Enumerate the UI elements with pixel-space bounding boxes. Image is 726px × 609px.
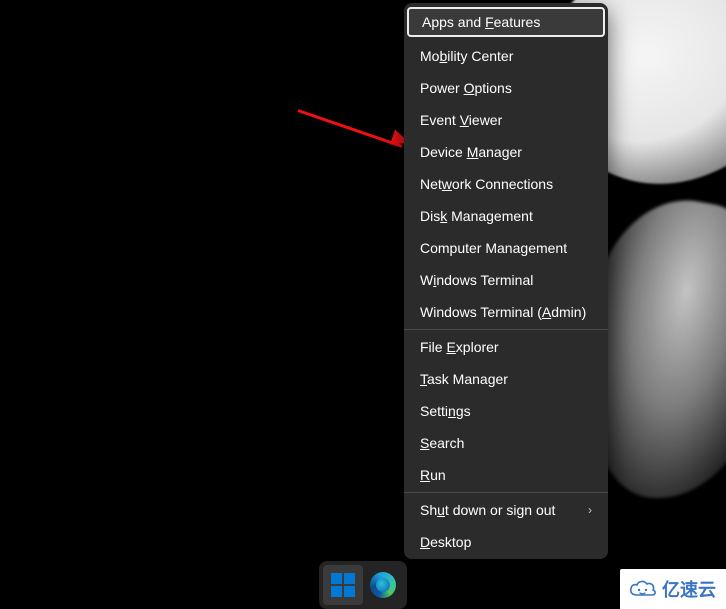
menu-item-label: Event Viewer bbox=[420, 113, 502, 127]
menu-item-label: Power Options bbox=[420, 81, 512, 95]
menu-item-label: Windows Terminal bbox=[420, 273, 533, 287]
cloud-icon bbox=[628, 579, 658, 599]
menu-item-label: Search bbox=[420, 436, 464, 450]
menu-item-label: Apps and Features bbox=[422, 15, 540, 29]
annotation-arrow bbox=[298, 109, 403, 148]
menu-item-windows-terminal-admin[interactable]: Windows Terminal (Admin) bbox=[404, 296, 608, 328]
menu-item-label: Windows Terminal (Admin) bbox=[420, 305, 586, 319]
chevron-right-icon: › bbox=[588, 504, 592, 516]
menu-item-network-connections[interactable]: Network Connections bbox=[404, 168, 608, 200]
menu-item-power-options[interactable]: Power Options bbox=[404, 72, 608, 104]
menu-item-label: Device Manager bbox=[420, 145, 522, 159]
menu-item-label: File Explorer bbox=[420, 340, 499, 354]
windows-logo-icon bbox=[331, 573, 355, 597]
menu-item-task-manager[interactable]: Task Manager bbox=[404, 363, 608, 395]
menu-item-desktop[interactable]: Desktop bbox=[404, 526, 608, 558]
menu-item-windows-terminal[interactable]: Windows Terminal bbox=[404, 264, 608, 296]
taskbar-center bbox=[319, 561, 407, 609]
menu-item-label: Settings bbox=[420, 404, 471, 418]
desktop: Apps and Features Mobility Center Power Op… bbox=[0, 0, 726, 609]
winx-context-menu: Apps and Features Mobility Center Power Op… bbox=[404, 3, 608, 559]
menu-section: Apps and Features Mobility Center Power Op… bbox=[404, 3, 608, 329]
watermark-text: 亿速云 bbox=[662, 576, 716, 602]
edge-icon bbox=[370, 572, 396, 598]
menu-section: File Explorer Task Manager Settings Search R… bbox=[404, 330, 608, 492]
menu-item-disk-management[interactable]: Disk Management bbox=[404, 200, 608, 232]
menu-item-computer-management[interactable]: Computer Management bbox=[404, 232, 608, 264]
watermark: 亿速云 bbox=[620, 569, 726, 609]
menu-item-device-manager[interactable]: Device Manager bbox=[404, 136, 608, 168]
taskbar bbox=[0, 561, 726, 609]
menu-item-label: Disk Management bbox=[420, 209, 533, 223]
menu-item-event-viewer[interactable]: Event Viewer bbox=[404, 104, 608, 136]
menu-item-label: Run bbox=[420, 468, 446, 482]
menu-item-label: Desktop bbox=[420, 535, 471, 549]
menu-item-label: Shut down or sign out bbox=[420, 503, 555, 517]
menu-item-search[interactable]: Search bbox=[404, 427, 608, 459]
menu-item-run[interactable]: Run bbox=[404, 459, 608, 491]
menu-item-file-explorer[interactable]: File Explorer bbox=[404, 331, 608, 363]
menu-item-label: Network Connections bbox=[420, 177, 553, 191]
menu-item-settings[interactable]: Settings bbox=[404, 395, 608, 427]
menu-item-mobility-center[interactable]: Mobility Center bbox=[404, 40, 608, 72]
menu-section: Shut down or sign out › Desktop bbox=[404, 493, 608, 559]
menu-item-apps-features[interactable]: Apps and Features bbox=[407, 7, 605, 37]
edge-browser-button[interactable] bbox=[363, 565, 403, 605]
menu-item-label: Computer Management bbox=[420, 241, 567, 255]
menu-item-label: Mobility Center bbox=[420, 49, 513, 63]
menu-item-shutdown-signout[interactable]: Shut down or sign out › bbox=[404, 494, 608, 526]
start-button[interactable] bbox=[323, 565, 363, 605]
menu-item-label: Task Manager bbox=[420, 372, 508, 386]
